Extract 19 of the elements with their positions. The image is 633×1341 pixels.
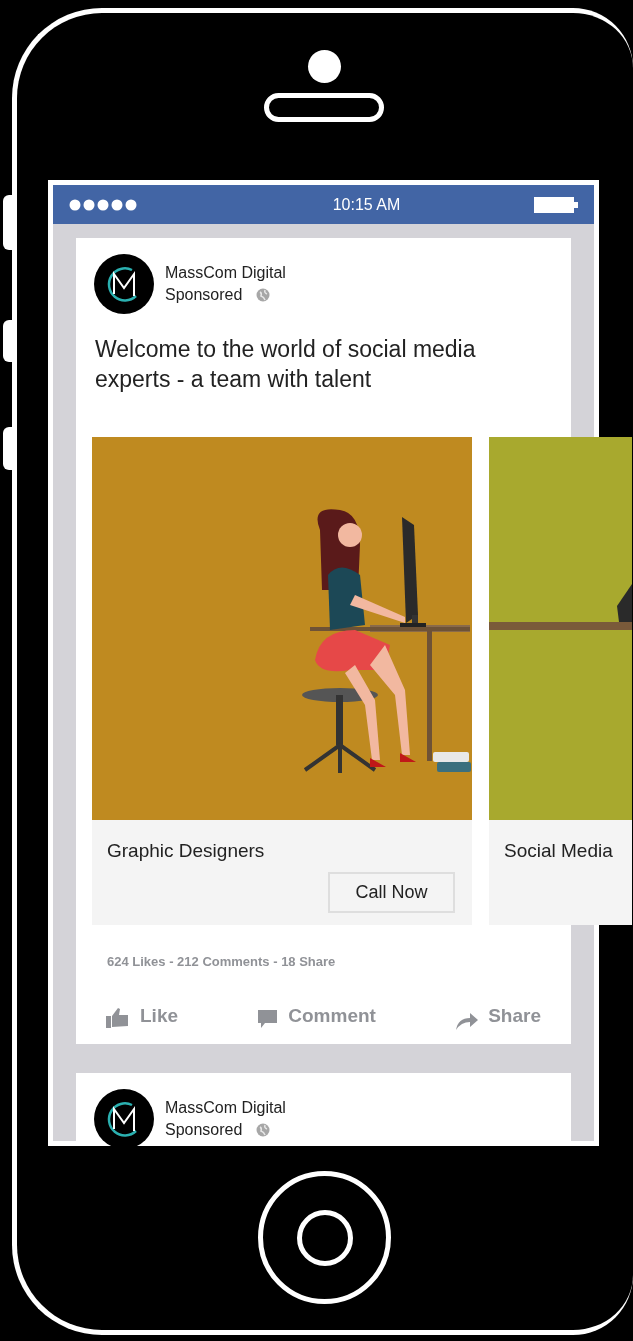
- sponsored-label: Sponsored: [165, 285, 243, 305]
- carousel-card[interactable]: Social Media: [489, 437, 632, 925]
- carousel-title: Graphic Designers: [106, 839, 266, 863]
- carousel-title: Social Media: [503, 839, 614, 863]
- page-name[interactable]: MassCom Digital: [165, 1097, 286, 1119]
- status-time: 10:15 AM: [332, 194, 401, 215]
- home-button[interactable]: [258, 1171, 391, 1304]
- thumbs-up-icon: [106, 1006, 130, 1030]
- brand-logo: [94, 254, 154, 314]
- carousel-card[interactable]: Graphic Designers Call Now: [92, 437, 472, 925]
- page-name[interactable]: MassCom Digital: [165, 262, 286, 284]
- battery-icon: [534, 196, 578, 213]
- sponsored-label: Sponsored: [165, 1120, 243, 1140]
- post-message: Welcome to the world of social media experts - a team with talent: [94, 335, 477, 394]
- speech-bubble-icon: [258, 1010, 279, 1030]
- share-arrow-icon: [456, 1012, 479, 1030]
- signal-dots-icon: [69, 198, 137, 211]
- call-now-button[interactable]: Call Now: [328, 871, 455, 913]
- engagement-stats: 624 Likes - 212 Comments - 18 Share: [106, 953, 337, 971]
